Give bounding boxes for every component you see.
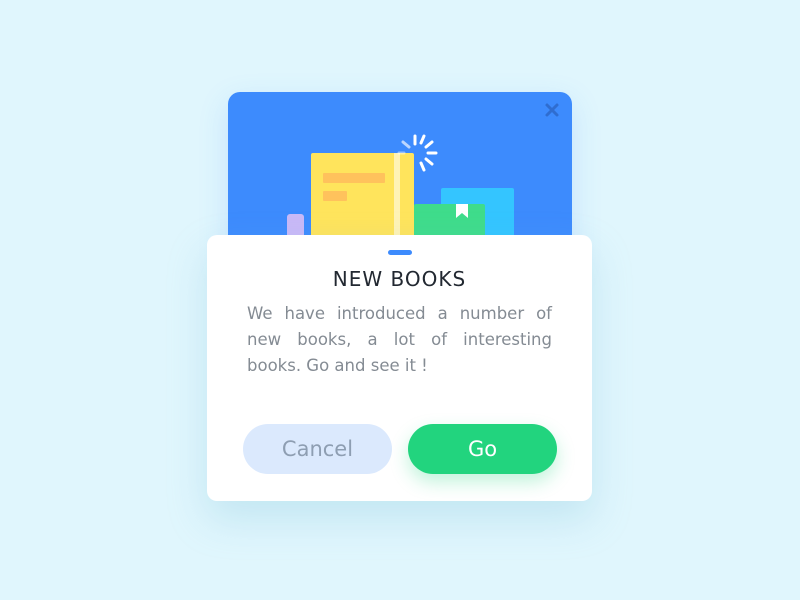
yellow-book-line-1 [323,173,385,183]
go-button[interactable]: Go [408,424,557,474]
page: NEW BOOKS We have introduced a number of… [0,0,800,600]
cancel-button[interactable]: Cancel [243,424,392,474]
dialog-title: NEW BOOKS [332,267,467,291]
dialog-handle [388,250,412,255]
close-icon [545,103,559,117]
yellow-book-line-2 [323,191,347,201]
dialog-message: We have introduced a number of new books… [247,304,552,375]
dialog-card: NEW BOOKS We have introduced a number of… [207,235,592,501]
close-button[interactable] [542,100,562,120]
